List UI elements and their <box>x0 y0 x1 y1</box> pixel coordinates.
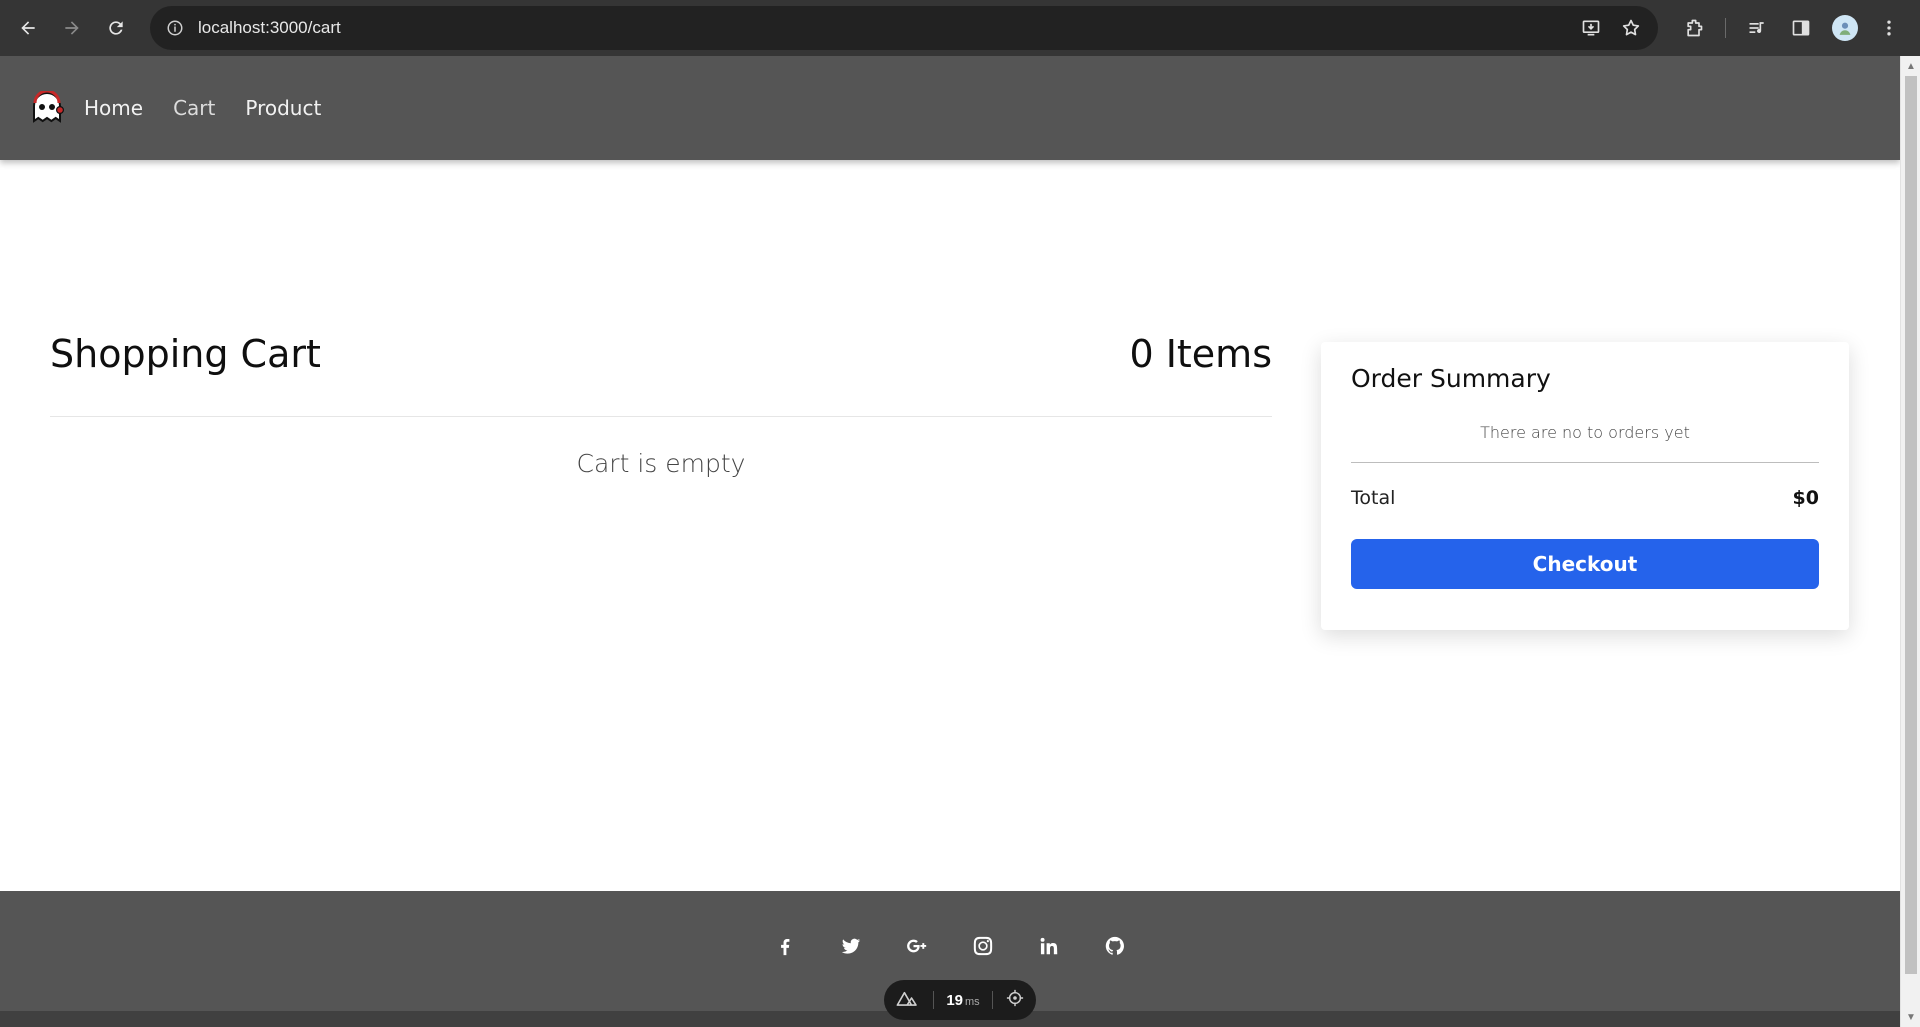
ghost-logo-icon <box>33 91 64 123</box>
url-text[interactable]: localhost:3000/cart <box>198 18 341 38</box>
order-total-value: $0 <box>1792 487 1819 509</box>
back-button[interactable] <box>6 6 50 50</box>
pill-divider <box>932 991 934 1009</box>
nav-product-link[interactable]: Product <box>245 96 321 120</box>
arrow-right-icon <box>65 21 79 35</box>
google-plus-icon[interactable] <box>905 934 929 958</box>
order-total-row: Total $0 <box>1351 487 1819 509</box>
bookmark-star-icon[interactable] <box>1618 15 1644 41</box>
site-header: Home Cart Product <box>0 56 1900 160</box>
extensions-icon[interactable] <box>1681 15 1707 41</box>
page-scrollbar[interactable]: ▲ ▼ <box>1900 56 1920 1027</box>
cart-title: Shopping Cart <box>50 332 321 376</box>
twitter-icon[interactable] <box>839 934 863 958</box>
page-viewport: Home Cart Product Shopping Cart 0 Items … <box>0 56 1900 1027</box>
address-bar[interactable]: localhost:3000/cart <box>150 6 1658 50</box>
dev-timing-pill[interactable]: 19 ms <box>884 980 1036 1020</box>
nav-cart-link[interactable]: Cart <box>173 96 215 120</box>
forward-button[interactable] <box>50 6 94 50</box>
toolbar-divider <box>1725 18 1726 38</box>
profile-avatar[interactable] <box>1832 15 1858 41</box>
scroll-down-arrow-icon[interactable]: ▼ <box>1901 1009 1920 1025</box>
nav-home-link[interactable]: Home <box>84 96 143 120</box>
order-summary-empty-message: There are no to orders yet <box>1480 423 1690 442</box>
facebook-icon[interactable] <box>773 934 797 958</box>
reload-button[interactable] <box>94 6 138 50</box>
cart-item-count: 0 Items <box>1129 332 1272 376</box>
scroll-thumb[interactable] <box>1905 76 1917 974</box>
site-info-icon[interactable] <box>164 17 186 39</box>
nuxt-devtools-icon[interactable] <box>896 990 920 1011</box>
order-summary-card: Order Summary There are no to orders yet… <box>1321 342 1849 630</box>
site-logo[interactable] <box>30 91 64 125</box>
side-panel-icon[interactable] <box>1788 15 1814 41</box>
install-app-icon[interactable] <box>1578 15 1604 41</box>
cart-header: Shopping Cart 0 Items <box>50 326 1272 376</box>
main-nav: Home Cart Product <box>84 96 321 120</box>
media-control-icon[interactable] <box>1744 15 1770 41</box>
order-summary-divider <box>1351 462 1819 463</box>
order-summary-title: Order Summary <box>1351 364 1551 393</box>
arrow-left-icon <box>21 21 35 35</box>
more-menu-icon[interactable] <box>1876 15 1902 41</box>
browser-toolbar: localhost:3000/cart <box>0 0 1920 56</box>
github-icon[interactable] <box>1103 934 1127 958</box>
cart-divider <box>50 416 1272 417</box>
order-total-label: Total <box>1351 487 1396 509</box>
reload-icon <box>109 21 123 35</box>
cart-section: Shopping Cart 0 Items Cart is empty <box>50 326 1272 478</box>
cart-empty-message: Cart is empty <box>576 449 746 478</box>
scroll-up-arrow-icon[interactable]: ▲ <box>1901 58 1920 74</box>
inspect-target-icon[interactable] <box>1006 989 1024 1012</box>
instagram-icon[interactable] <box>971 934 995 958</box>
checkout-button[interactable]: Checkout <box>1351 539 1819 589</box>
render-time-value: 19 ms <box>946 991 980 1009</box>
pill-divider <box>992 991 994 1009</box>
linkedin-icon[interactable] <box>1037 934 1061 958</box>
